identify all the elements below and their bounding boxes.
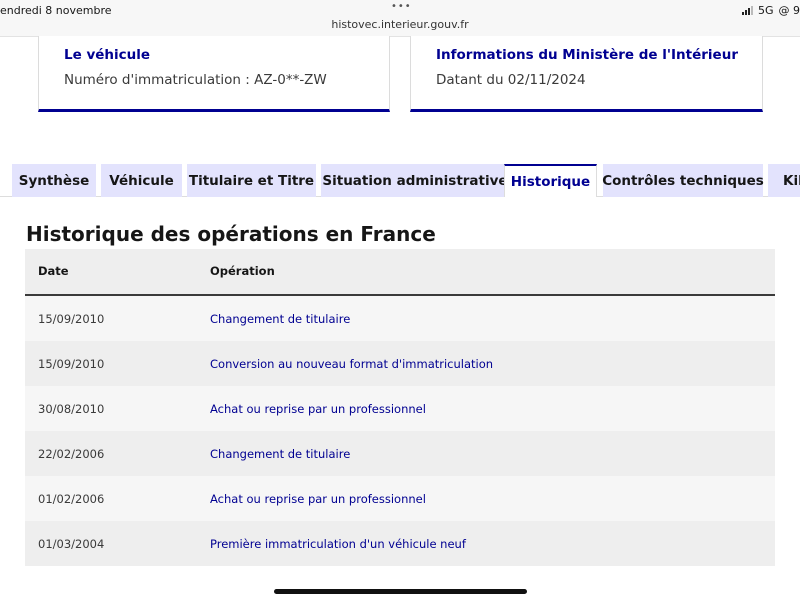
status-extra: @ 9 — [778, 4, 800, 17]
tab-synthese[interactable]: Synthèse — [12, 164, 96, 197]
table-row: 30/08/2010 Achat ou reprise par un profe… — [25, 386, 775, 431]
network-label: 5G — [757, 4, 774, 17]
vehicle-card-title: Le véhicule — [64, 47, 151, 63]
row-operation: Achat ou reprise par un professionnel — [210, 402, 426, 416]
tab-controles-techniques[interactable]: Contrôles techniques — [602, 164, 764, 197]
address-bar-url[interactable]: histovec.interieur.gouv.fr — [0, 18, 800, 31]
tab-bar: Synthèse Véhicule Titulaire et Titre Sit… — [12, 164, 800, 197]
row-operation: Première immatriculation d'un véhicule n… — [210, 537, 466, 551]
row-operation: Changement de titulaire — [210, 312, 351, 326]
operations-table: Date Opération 15/09/2010 Changement de … — [25, 249, 775, 566]
row-date: 01/02/2006 — [38, 492, 105, 506]
row-date: 01/03/2004 — [38, 537, 105, 551]
table-row: 01/02/2006 Achat ou reprise par un profe… — [25, 476, 775, 521]
column-header-operation: Opération — [210, 264, 275, 278]
row-date: 15/09/2010 — [38, 312, 105, 326]
column-header-date: Date — [38, 264, 69, 278]
home-indicator[interactable] — [274, 589, 527, 594]
row-operation: Conversion au nouveau format d'immatricu… — [210, 357, 494, 371]
ministry-card-title: Informations du Ministère de l'Intérieur — [436, 47, 738, 63]
row-operation: Changement de titulaire — [210, 447, 351, 461]
table-row: 15/09/2010 Changement de titulaire — [25, 296, 775, 341]
status-bar: endredi 8 novembre ••• histovec.interieu… — [0, 0, 800, 37]
vehicle-card: Le véhicule Numéro d'immatriculation : A… — [38, 36, 390, 112]
table-header: Date Opération — [25, 249, 775, 296]
table-body: 15/09/2010 Changement de titulaire 15/09… — [25, 296, 775, 566]
table-row: 22/02/2006 Changement de titulaire — [25, 431, 775, 476]
row-date: 30/08/2010 — [38, 402, 105, 416]
tab-situation-administrative[interactable]: Situation administrative — [321, 164, 509, 197]
more-dots-icon[interactable]: ••• — [391, 1, 412, 12]
row-operation: Achat ou reprise par un professionnel — [210, 492, 426, 506]
ministry-card: Informations du Ministère de l'Intérieur… — [410, 36, 763, 112]
row-date: 22/02/2006 — [38, 447, 105, 461]
tab-vehicule[interactable]: Véhicule — [101, 164, 182, 197]
status-date: endredi 8 novembre — [0, 4, 112, 17]
page-title: Historique des opérations en France — [26, 222, 436, 246]
status-indicators: 5G @ 9 — [741, 4, 800, 17]
table-row: 15/09/2010 Conversion au nouveau format … — [25, 341, 775, 386]
table-row: 01/03/2004 Première immatriculation d'un… — [25, 521, 775, 566]
registration-number: Numéro d'immatriculation : AZ-0**-ZW — [64, 72, 327, 88]
tab-kilometrage[interactable]: Kilo — [768, 164, 800, 197]
ministry-date: Datant du 02/11/2024 — [436, 72, 586, 88]
tab-historique[interactable]: Historique — [504, 164, 597, 197]
tab-titulaire-titre[interactable]: Titulaire et Titre — [187, 164, 316, 197]
signal-icon — [741, 6, 753, 15]
row-date: 15/09/2010 — [38, 357, 105, 371]
